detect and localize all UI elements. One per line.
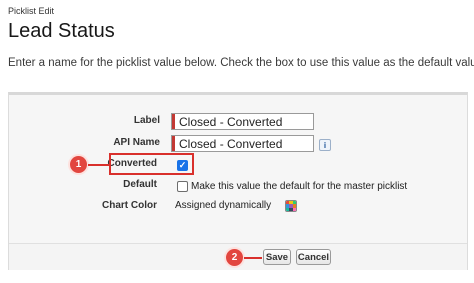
cancel-button[interactable]: Cancel — [296, 249, 331, 265]
converted-highlight-box — [109, 153, 194, 175]
chart-color-value: Assigned dynamically — [175, 200, 272, 211]
default-checkbox[interactable] — [177, 181, 188, 192]
api-name-input[interactable]: Closed - Converted — [171, 135, 314, 152]
breadcrumb: Picklist Edit — [8, 6, 55, 16]
api-name-field-label: API Name — [113, 137, 160, 148]
page-title: Lead Status — [8, 20, 115, 42]
step-2-badge: 2 — [226, 249, 243, 266]
chart-color-field-label: Chart Color — [102, 200, 157, 211]
save-button[interactable]: Save — [263, 249, 291, 265]
default-field-label: Default — [123, 179, 157, 190]
info-icon[interactable]: i — [319, 139, 331, 151]
page-description: Enter a name for the picklist value belo… — [8, 57, 474, 69]
step-1-badge: 1 — [70, 156, 87, 173]
default-checkbox-text: Make this value the default for the mast… — [191, 181, 408, 192]
color-palette-icon[interactable] — [285, 200, 297, 212]
step-1-connector — [88, 164, 110, 166]
label-field-label: Label — [133, 115, 160, 126]
step-2-connector — [244, 257, 262, 259]
label-input[interactable]: Closed - Converted — [171, 113, 314, 130]
required-indicator — [172, 136, 175, 151]
required-indicator — [172, 114, 175, 129]
label-input-value: Closed - Converted — [179, 114, 283, 129]
api-name-input-value: Closed - Converted — [179, 136, 283, 151]
